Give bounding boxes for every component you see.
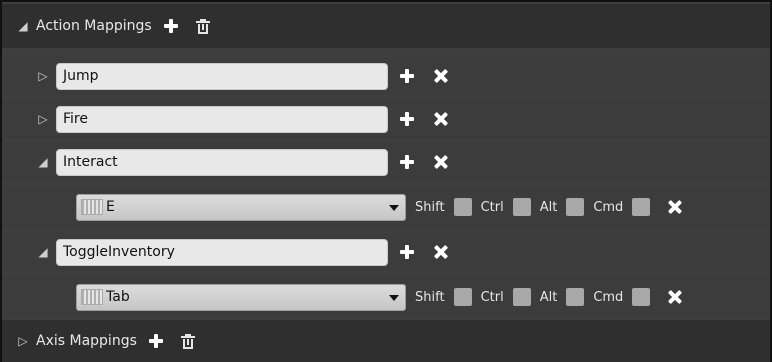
keyboard-icon <box>81 199 103 215</box>
shift-checkbox[interactable] <box>453 288 472 306</box>
ctrl-label: Ctrl <box>480 289 504 305</box>
ctrl-checkbox[interactable] <box>512 198 531 216</box>
key-select-value: E <box>106 199 115 215</box>
key-select-value: Tab <box>106 289 130 305</box>
action-name-input-jump[interactable]: Jump <box>56 62 388 90</box>
action-row-jump: ▷ Jump <box>2 57 770 95</box>
add-key-plus-icon[interactable] <box>400 155 414 169</box>
cmd-checkbox[interactable] <box>632 288 651 306</box>
action-name-input-fire[interactable]: Fire <box>56 105 388 133</box>
remove-action-close-icon[interactable] <box>434 112 448 126</box>
action-row-interact: ◢ Interact <box>2 143 770 181</box>
alt-checkbox[interactable] <box>566 198 585 216</box>
remove-key-close-icon[interactable] <box>668 290 682 304</box>
axis-mappings-header[interactable]: ▷ Axis Mappings <box>2 320 770 362</box>
key-select-dropdown[interactable]: E <box>76 193 406 221</box>
key-select-dropdown[interactable]: Tab <box>76 283 406 311</box>
alt-checkbox[interactable] <box>566 288 585 306</box>
action-mappings-header[interactable]: ◢ Action Mappings <box>2 4 770 48</box>
collapsed-triangle-icon[interactable]: ▷ <box>36 112 50 126</box>
add-key-plus-icon[interactable] <box>400 245 414 259</box>
alt-label: Alt <box>539 289 558 305</box>
action-name-input-interact[interactable]: Interact <box>56 148 388 176</box>
cmd-label: Cmd <box>593 199 624 215</box>
delete-all-axes-trash-icon[interactable] <box>180 333 195 349</box>
add-axis-mapping-plus-icon[interactable] <box>148 334 163 348</box>
action-mappings-label: Action Mappings <box>36 18 152 34</box>
chevron-down-icon[interactable] <box>389 204 399 211</box>
expanded-triangle-icon[interactable]: ◢ <box>16 19 30 33</box>
key-binding-row-interact: E Shift Ctrl Alt Cmd <box>2 186 770 228</box>
remove-action-close-icon[interactable] <box>434 245 448 259</box>
keyboard-icon <box>81 289 103 305</box>
remove-action-close-icon[interactable] <box>434 69 448 83</box>
cmd-checkbox[interactable] <box>632 198 651 216</box>
ctrl-label: Ctrl <box>480 199 504 215</box>
collapsed-triangle-icon[interactable]: ▷ <box>36 69 50 83</box>
axis-mappings-label: Axis Mappings <box>36 333 137 349</box>
add-action-mapping-plus-icon[interactable] <box>163 19 178 33</box>
collapsed-triangle-icon[interactable]: ▷ <box>16 334 30 348</box>
shift-label: Shift <box>415 199 445 215</box>
input-settings-panel: ◢ Action Mappings ▷ Jump ▷ Fire ◢ Intera… <box>0 0 772 362</box>
cmd-label: Cmd <box>593 289 624 305</box>
shift-label: Shift <box>415 289 445 305</box>
chevron-down-icon[interactable] <box>389 294 399 301</box>
key-binding-row-toggleinventory: Tab Shift Ctrl Alt Cmd <box>2 276 770 318</box>
add-key-plus-icon[interactable] <box>400 69 414 83</box>
shift-checkbox[interactable] <box>453 198 472 216</box>
expanded-triangle-icon[interactable]: ◢ <box>36 155 50 169</box>
alt-label: Alt <box>539 199 558 215</box>
remove-action-close-icon[interactable] <box>434 155 448 169</box>
action-row-toggleinventory: ◢ ToggleInventory <box>2 233 770 271</box>
action-name-input-toggleinventory[interactable]: ToggleInventory <box>56 238 388 266</box>
ctrl-checkbox[interactable] <box>512 288 531 306</box>
delete-all-actions-trash-icon[interactable] <box>195 18 210 34</box>
expanded-triangle-icon[interactable]: ◢ <box>36 245 50 259</box>
add-key-plus-icon[interactable] <box>400 112 414 126</box>
action-row-fire: ▷ Fire <box>2 100 770 138</box>
remove-key-close-icon[interactable] <box>668 200 682 214</box>
